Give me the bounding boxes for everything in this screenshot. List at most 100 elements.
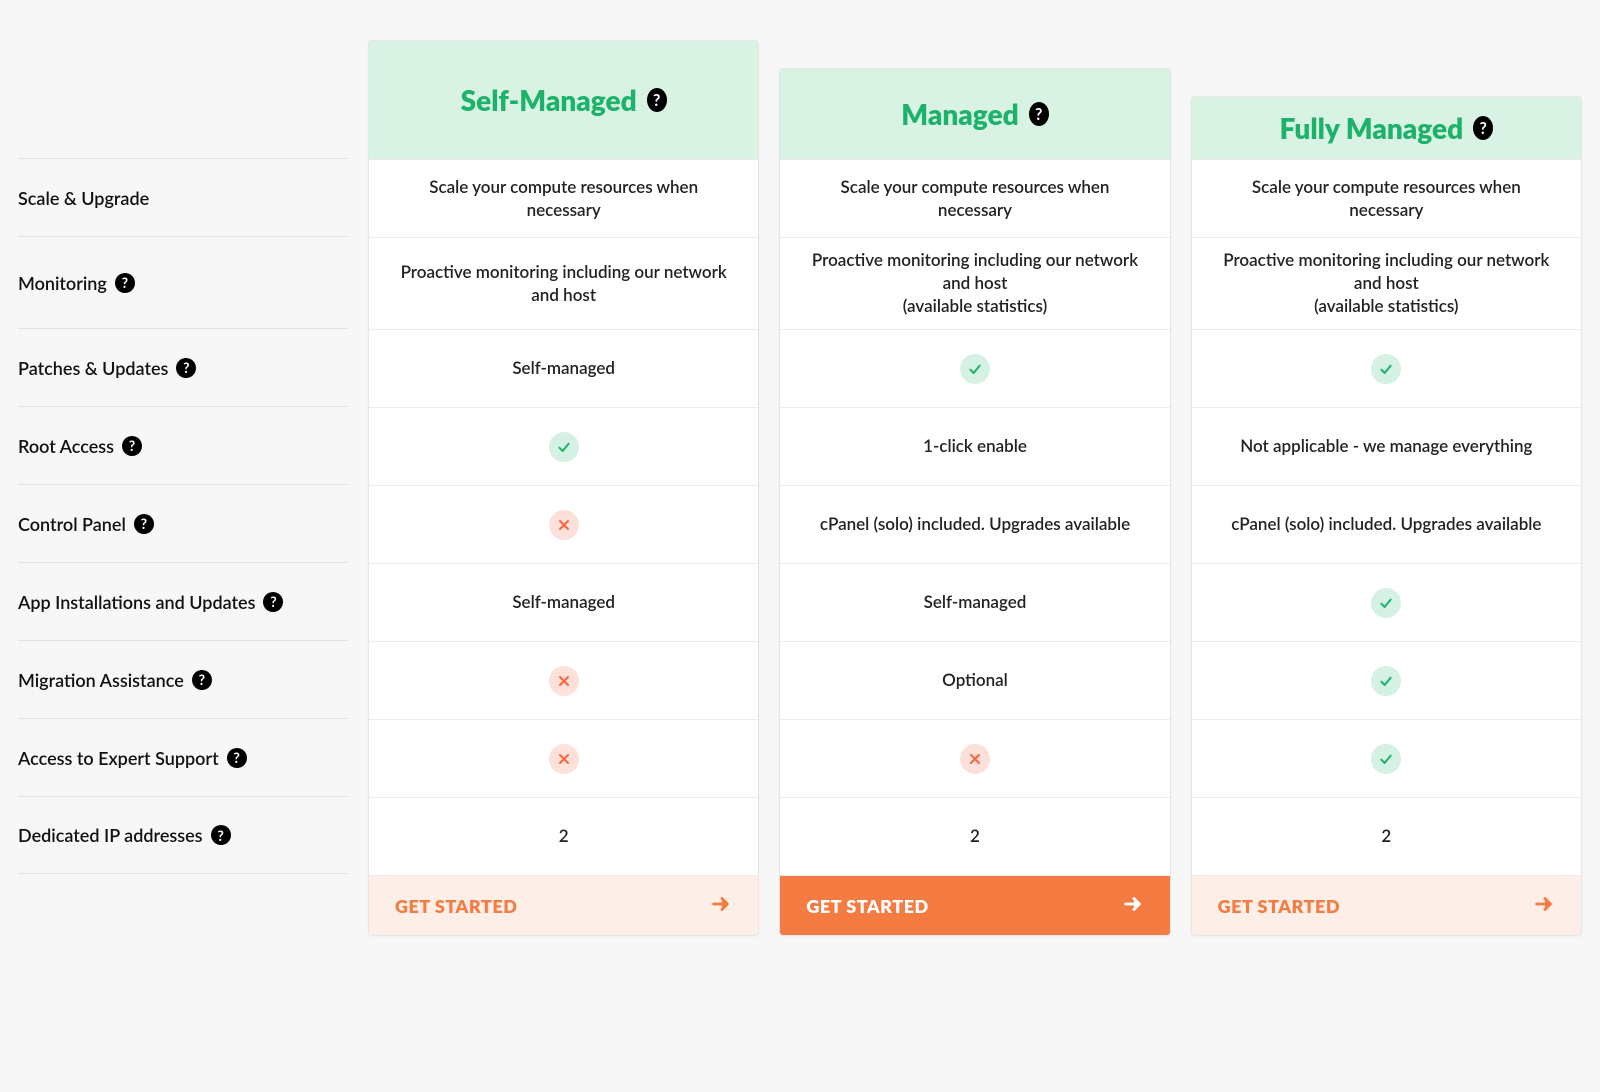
check-icon — [1371, 354, 1401, 384]
cross-icon — [549, 510, 579, 540]
plan-feature-text: Scale your compute resources when necess… — [1214, 176, 1559, 222]
help-icon[interactable]: ? — [211, 825, 231, 845]
help-icon[interactable]: ? — [263, 592, 283, 612]
help-icon[interactable]: ? — [115, 273, 135, 293]
plan-feature-text: Proactive monitoring including our netwo… — [802, 249, 1147, 318]
plan-title: Self-Managed — [461, 83, 637, 117]
get-started-button[interactable]: GET STARTED — [780, 875, 1169, 935]
plan-feature-cell — [1192, 563, 1581, 641]
plan-feature-text: 2 — [559, 825, 569, 848]
feature-label-row: Access to Expert Support? — [18, 718, 348, 796]
plan-feature-cell: 1-click enable — [780, 407, 1169, 485]
feature-labels-column: Scale & UpgradeMonitoring?Patches & Upda… — [18, 40, 348, 936]
plan-feature-cell: cPanel (solo) included. Upgrades availab… — [780, 485, 1169, 563]
feature-label-row: Patches & Updates? — [18, 328, 348, 406]
plan-title: Fully Managed — [1279, 111, 1463, 145]
help-icon[interactable]: ? — [227, 748, 247, 768]
check-icon — [960, 354, 990, 384]
plan-feature-cell: Proactive monitoring including our netwo… — [369, 237, 758, 329]
feature-label: Root Access — [18, 435, 114, 457]
plan-feature-cell — [1192, 641, 1581, 719]
plan-feature-text: Self-managed — [924, 591, 1027, 614]
plan-feature-text: Proactive monitoring including our netwo… — [1214, 249, 1559, 318]
feature-label-row: Control Panel? — [18, 484, 348, 562]
check-icon — [549, 432, 579, 462]
plan-feature-cell: Proactive monitoring including our netwo… — [780, 237, 1169, 329]
help-icon[interactable]: ? — [122, 436, 142, 456]
pricing-comparison-table: Scale & UpgradeMonitoring?Patches & Upda… — [0, 0, 1600, 954]
help-icon[interactable]: ? — [647, 88, 667, 112]
plan-feature-text: Optional — [942, 669, 1008, 692]
plan-feature-cell: Scale your compute resources when necess… — [1192, 159, 1581, 237]
plan-feature-cell — [1192, 329, 1581, 407]
feature-label: Access to Expert Support — [18, 747, 219, 769]
cta-label: GET STARTED — [395, 895, 517, 917]
feature-label: App Installations and Updates — [18, 591, 255, 613]
plan-feature-cell: 2 — [369, 797, 758, 875]
plan-feature-cell — [369, 407, 758, 485]
plan-feature-cell: Proactive monitoring including our netwo… — [1192, 237, 1581, 329]
check-icon — [1371, 744, 1401, 774]
plan-feature-text: Proactive monitoring including our netwo… — [391, 261, 736, 307]
cross-icon — [549, 744, 579, 774]
cta-label: GET STARTED — [806, 895, 928, 917]
plan-header: Fully Managed? — [1192, 97, 1581, 159]
feature-label: Patches & Updates — [18, 357, 168, 379]
plan-feature-cell — [369, 719, 758, 797]
plan-feature-cell: Self-managed — [369, 563, 758, 641]
check-icon — [1371, 588, 1401, 618]
plan-feature-cell: cPanel (solo) included. Upgrades availab… — [1192, 485, 1581, 563]
feature-label-row: Scale & Upgrade — [18, 158, 348, 236]
arrow-right-icon — [1533, 893, 1555, 919]
plan-feature-cell: Scale your compute resources when necess… — [369, 159, 758, 237]
plan-feature-text: 2 — [970, 825, 980, 848]
plan-feature-cell: Scale your compute resources when necess… — [780, 159, 1169, 237]
plan-card: Managed? Scale your compute resources whe… — [779, 68, 1170, 936]
get-started-button[interactable]: GET STARTED — [369, 875, 758, 935]
plan-card: Fully Managed? Scale your compute resourc… — [1191, 96, 1582, 936]
plan-header: Managed? — [780, 69, 1169, 159]
feature-label-row: Monitoring? — [18, 236, 348, 328]
plan-feature-cell — [1192, 719, 1581, 797]
help-icon[interactable]: ? — [176, 358, 196, 378]
feature-label: Dedicated IP addresses — [18, 824, 203, 846]
feature-label: Monitoring — [18, 272, 107, 294]
plan-feature-text: 1-click enable — [923, 435, 1027, 458]
plan-title: Managed — [901, 97, 1018, 131]
plan-feature-cell: Self-managed — [780, 563, 1169, 641]
plan-feature-cell: Self-managed — [369, 329, 758, 407]
plan-feature-cell: Optional — [780, 641, 1169, 719]
feature-label: Scale & Upgrade — [18, 187, 149, 209]
plan-feature-text: cPanel (solo) included. Upgrades availab… — [820, 513, 1130, 536]
arrow-right-icon — [1122, 893, 1144, 919]
check-icon — [1371, 666, 1401, 696]
plan-feature-cell — [780, 329, 1169, 407]
cross-icon — [549, 666, 579, 696]
plan-feature-cell: 2 — [1192, 797, 1581, 875]
feature-label-row: Dedicated IP addresses? — [18, 796, 348, 874]
feature-label: Migration Assistance — [18, 669, 184, 691]
plan-card: Self-Managed? Scale your compute resource… — [368, 40, 759, 936]
plan-feature-cell: Not applicable - we manage everything — [1192, 407, 1581, 485]
help-icon[interactable]: ? — [1029, 102, 1049, 126]
plan-cards: Self-Managed? Scale your compute resource… — [368, 40, 1582, 936]
feature-label-row: App Installations and Updates? — [18, 562, 348, 640]
plan-feature-cell — [780, 719, 1169, 797]
help-icon[interactable]: ? — [192, 670, 212, 690]
cta-label: GET STARTED — [1218, 895, 1340, 917]
plan-feature-text: Self-managed — [512, 591, 615, 614]
plan-feature-text: 2 — [1381, 825, 1391, 848]
get-started-button[interactable]: GET STARTED — [1192, 875, 1581, 935]
feature-label-row: Root Access? — [18, 406, 348, 484]
plan-feature-text: cPanel (solo) included. Upgrades availab… — [1231, 513, 1541, 536]
help-icon[interactable]: ? — [1473, 116, 1493, 140]
plan-feature-text: Scale your compute resources when necess… — [391, 176, 736, 222]
feature-label: Control Panel — [18, 513, 126, 535]
plan-header: Self-Managed? — [369, 41, 758, 159]
plan-feature-cell — [369, 641, 758, 719]
plan-feature-text: Scale your compute resources when necess… — [802, 176, 1147, 222]
help-icon[interactable]: ? — [134, 514, 154, 534]
plan-feature-cell: 2 — [780, 797, 1169, 875]
feature-label-row: Migration Assistance? — [18, 640, 348, 718]
plan-feature-text: Not applicable - we manage everything — [1240, 435, 1532, 458]
